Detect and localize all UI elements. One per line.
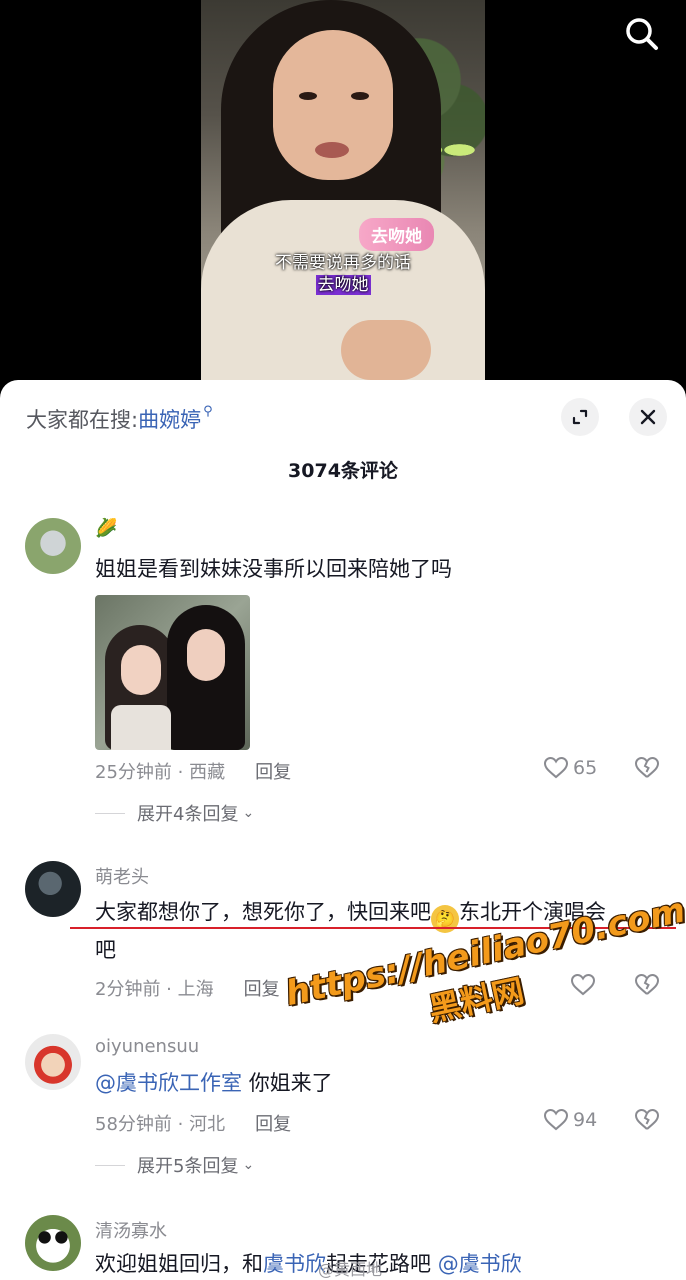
photo-dress [111, 705, 171, 750]
comment-time-location: 2分钟前 · 上海 [95, 979, 214, 1000]
broken-heart-icon [634, 756, 660, 778]
photo-face-right [187, 629, 225, 681]
dislike-button[interactable] [634, 756, 660, 784]
subtitle-line-2: 去吻她 [315, 275, 371, 295]
source-watermark: @黄西地 [318, 1260, 383, 1279]
mention-link[interactable]: @虞书欣工作室 [95, 1071, 242, 1095]
reply-button[interactable]: 回复 [255, 1114, 291, 1135]
expand-replies-button[interactable]: 展开5条回复 ⌄ [95, 1152, 254, 1178]
comment-username[interactable]: 清汤寡水 [95, 1217, 167, 1243]
reply-button[interactable]: 回复 [244, 979, 280, 1000]
comment-text-part1: 欢迎姐姐回归，和 [95, 1252, 263, 1276]
search-icon[interactable] [622, 14, 662, 54]
video-subtitle: 不需要说再多的话 去吻她 [201, 252, 485, 296]
close-icon [640, 409, 656, 425]
woman-hand [341, 320, 431, 380]
video-sticker: 去吻她 [359, 218, 434, 251]
like-button[interactable]: 94 [543, 1108, 597, 1132]
comment-username[interactable]: oiyunensuu [95, 1036, 199, 1057]
comment-text-part3: 吧 [95, 938, 116, 962]
divider-line [95, 812, 125, 814]
photo-face-left [121, 645, 161, 695]
comment-meta: 58分钟前 · 河北 回复 [95, 1110, 291, 1136]
comment-image[interactable] [95, 595, 250, 750]
expand-replies-label: 展开5条回复 [137, 1156, 239, 1177]
comment-text-part1: 大家都想你了，想死你了，快回来吧 [95, 900, 431, 924]
comment-meta: 2分钟前 · 上海 回复 [95, 975, 280, 1001]
heart-icon [543, 1108, 569, 1131]
collapse-arrows-icon [572, 409, 588, 425]
comment-username[interactable]: 萌老头 [95, 863, 149, 889]
comment-text[interactable]: @虞书欣工作室 你姐来了 [95, 1066, 665, 1100]
comment-time-location: 58分钟前 · 河北 [95, 1114, 226, 1135]
broken-heart-icon [634, 1108, 660, 1130]
comment-sheet-header: 大家都在搜:曲婉婷 ⚲ [0, 380, 686, 456]
small-search-icon: ⚲ [203, 404, 213, 419]
trending-search[interactable]: 大家都在搜:曲婉婷 ⚲ [26, 404, 213, 434]
video-frame[interactable]: 去吻她 不需要说再多的话 去吻她 [201, 0, 485, 382]
comment-count: 3074条评论 [288, 460, 398, 482]
comment-text[interactable]: 姐姐是看到妹妹没事所以回来陪她了吗 [95, 552, 665, 586]
avatar[interactable] [25, 1034, 81, 1090]
expand-replies-button[interactable]: 展开4条回复 ⌄ [95, 800, 254, 826]
comment-sheet: 大家都在搜:曲婉婷⚲ 3074条评论 🌽 姐姐是看到妹妹没事所以回来陪她了吗 [0, 380, 686, 1280]
comment-meta: 25分钟前 · 西藏 回复 [95, 758, 291, 784]
eye-left [299, 92, 317, 100]
chevron-down-icon: ⌄ [242, 805, 255, 821]
like-count: 65 [573, 757, 598, 779]
chevron-down-icon: ⌄ [242, 1157, 255, 1173]
expand-sheet-button[interactable] [561, 398, 599, 436]
avatar[interactable] [25, 861, 81, 917]
subtitle-line-1: 不需要说再多的话 [275, 253, 411, 273]
mouth [315, 142, 349, 158]
mention-link[interactable]: 虞书欣 [263, 1252, 326, 1276]
mention-link[interactable]: @虞书欣 [438, 1252, 522, 1276]
comment-time-location: 25分钟前 · 西藏 [95, 762, 226, 783]
trending-search-prefix: 大家都在搜: [26, 408, 139, 432]
dislike-button[interactable] [634, 1108, 660, 1136]
heart-icon [543, 756, 569, 779]
avatar[interactable] [25, 1215, 81, 1271]
comment-username[interactable]: 🌽 [95, 518, 117, 539]
divider-line [95, 1164, 125, 1166]
reply-button[interactable]: 回复 [255, 762, 291, 783]
eye-right [351, 92, 369, 100]
trending-search-keyword[interactable]: 曲婉婷 [138, 408, 201, 432]
like-count: 94 [573, 1109, 598, 1131]
woman-face [273, 30, 393, 180]
video-player[interactable]: 去吻她 不需要说再多的话 去吻她 [0, 0, 686, 400]
comment-text-body: 你姐来了 [248, 1071, 333, 1095]
avatar[interactable] [25, 518, 81, 574]
close-sheet-button[interactable] [629, 398, 667, 436]
like-button[interactable]: 65 [543, 756, 597, 780]
expand-replies-label: 展开4条回复 [137, 804, 239, 825]
